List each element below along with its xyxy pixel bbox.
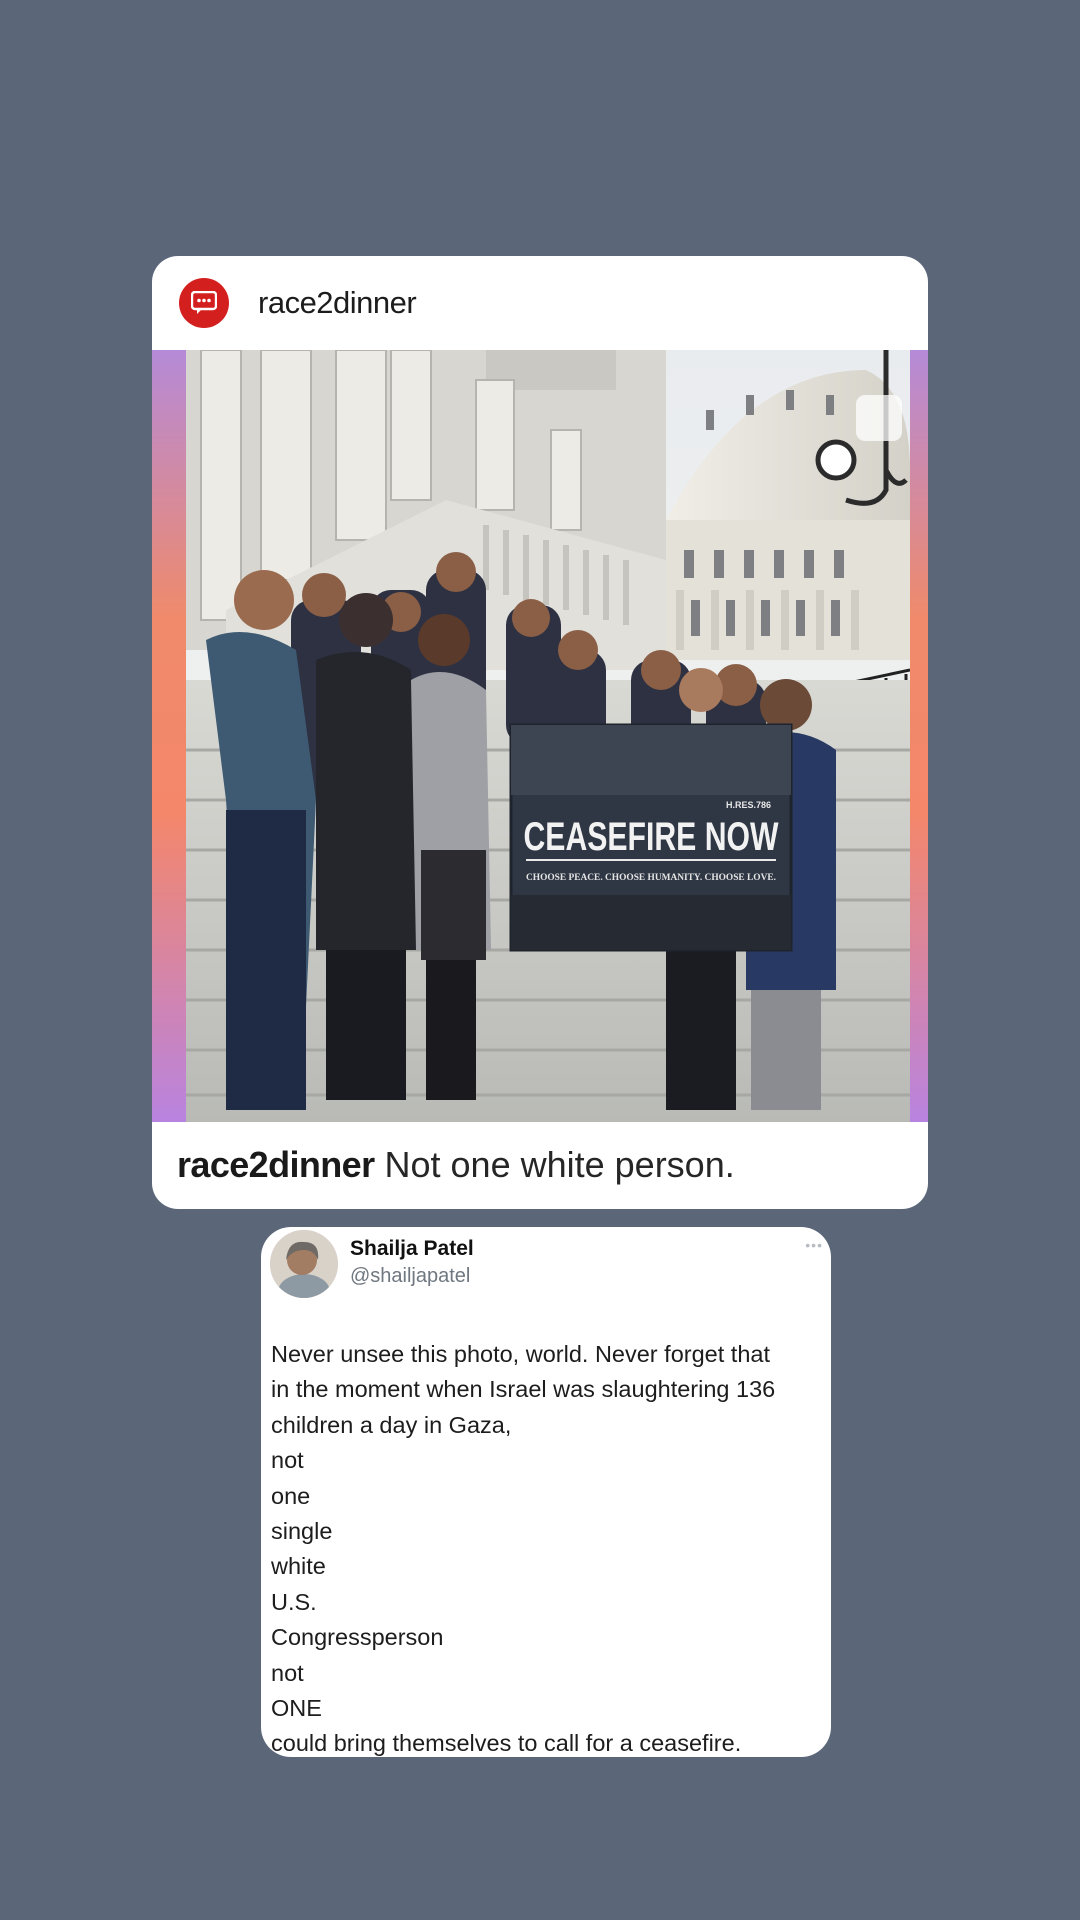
more-dots-icon[interactable]: ••• xyxy=(805,1237,823,1253)
caption-text: Not one white person. xyxy=(384,1144,735,1185)
post-card: race2dinner H.RES.786 CEASEFIRE NOW CHOO… xyxy=(152,256,928,1209)
tweet-card: Shailja Patel @shailjapatel ••• Never un… xyxy=(261,1227,831,1757)
tweet-author-handle[interactable]: @shailjapatel xyxy=(350,1265,470,1288)
tweet-author-name[interactable]: Shailja Patel xyxy=(350,1237,474,1261)
tweet-line: Congressperson xyxy=(271,1624,444,1651)
sign-tagline: CHOOSE PEACE. CHOOSE HUMANITY. CHOOSE LO… xyxy=(526,872,776,882)
post-header: race2dinner xyxy=(152,256,928,350)
tweet-line: white xyxy=(271,1553,326,1580)
multi-image-icon[interactable] xyxy=(856,395,902,441)
sign-headline: CEASEFIRE NOW xyxy=(524,815,779,859)
caption-username[interactable]: race2dinner xyxy=(177,1144,375,1185)
post-username[interactable]: race2dinner xyxy=(258,285,417,321)
tweet-avatar[interactable] xyxy=(270,1230,338,1298)
tweet-line: U.S. xyxy=(271,1588,317,1615)
account-avatar[interactable] xyxy=(179,278,229,328)
tweet-line: not xyxy=(271,1659,304,1686)
tweet-line: Never unsee this photo, world. Never for… xyxy=(271,1341,770,1367)
tweet-line: ONE xyxy=(271,1695,322,1722)
tweet-line: not xyxy=(271,1447,304,1474)
tweet-body: Never unsee this photo, world. Never for… xyxy=(271,1337,827,1757)
tweet-line: children a day in Gaza, xyxy=(271,1411,512,1438)
sign-ref: H.RES.786 xyxy=(726,800,771,810)
tweet-line: one xyxy=(271,1482,311,1509)
chat-bubble-icon xyxy=(191,291,217,314)
tweet-line: single xyxy=(271,1518,333,1545)
tweet-line: in the moment when Israel was slaughteri… xyxy=(271,1376,776,1403)
post-photo[interactable]: H.RES.786 CEASEFIRE NOW CHOOSE PEACE. CH… xyxy=(186,350,910,1122)
post-photo-frame: H.RES.786 CEASEFIRE NOW CHOOSE PEACE. CH… xyxy=(152,350,928,1122)
tweet-line: could bring themselves to call for a cea… xyxy=(271,1730,742,1757)
post-caption: race2dinner Not one white person. xyxy=(177,1144,735,1186)
